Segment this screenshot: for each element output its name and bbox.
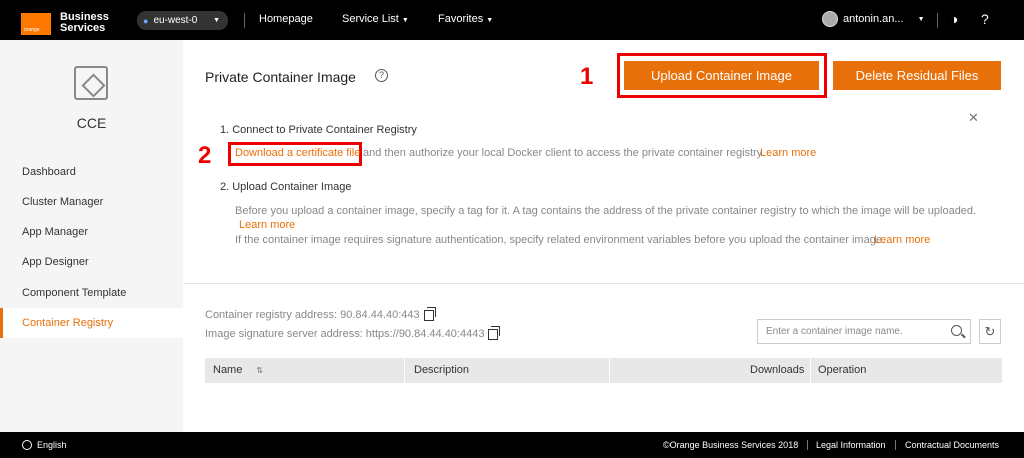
column-name[interactable]: Name ⇅ xyxy=(213,358,263,383)
annotation-number-1: 1 xyxy=(580,63,594,90)
nav-favorites[interactable]: Favorites ▼ xyxy=(438,13,493,25)
sort-icon[interactable]: ⇅ xyxy=(256,366,263,375)
step1-title: 1. Connect to Private Container Registry xyxy=(220,124,417,136)
learn-more-link[interactable]: Learn more xyxy=(760,147,816,159)
sidebar-item-app-manager[interactable]: App Manager xyxy=(0,217,183,247)
globe-icon xyxy=(22,440,32,450)
learn-more-link[interactable]: Learn more xyxy=(874,234,930,246)
page-title: Private Container Image xyxy=(205,69,356,85)
sidebar-item-cluster-manager[interactable]: Cluster Manager xyxy=(0,187,183,217)
close-icon[interactable]: ✕ xyxy=(968,110,979,126)
contractual-documents-link[interactable]: Contractual Documents xyxy=(905,440,999,450)
divider xyxy=(183,283,1024,284)
download-certificate-link[interactable]: Download a certificate file xyxy=(235,147,360,159)
question-icon[interactable]: ? xyxy=(981,11,989,27)
refresh-icon: ↻ xyxy=(984,324,996,339)
copy-icon[interactable] xyxy=(423,306,436,321)
sidebar-item-component-template[interactable]: Component Template xyxy=(0,278,183,308)
legal-information-link[interactable]: Legal Information xyxy=(816,440,886,450)
step2-signature-description: If the container image requires signatur… xyxy=(235,234,885,246)
divider xyxy=(810,358,811,383)
language-selector[interactable]: English xyxy=(22,440,67,450)
divider xyxy=(807,440,808,450)
divider xyxy=(244,13,245,28)
sidebar-item-dashboard[interactable]: Dashboard xyxy=(0,157,183,187)
nav-homepage[interactable]: Homepage xyxy=(259,13,313,25)
column-operation: Operation xyxy=(818,364,867,376)
step1-description: and then authorize your local Docker cli… xyxy=(363,147,765,159)
location-pin-icon: ● xyxy=(143,15,149,26)
refresh-button[interactable]: ↻ xyxy=(979,319,1001,344)
top-bar: orange Business Services ● eu-west-0 ▼ H… xyxy=(0,0,1024,40)
divider xyxy=(609,358,610,383)
step2-description: Before you upload a container image, spe… xyxy=(235,205,977,217)
user-menu[interactable]: antonin.an... ▼ xyxy=(822,11,925,27)
chevron-down-icon: ▼ xyxy=(401,17,409,24)
sidebar: CCE Dashboard Cluster Manager App Manage… xyxy=(0,40,183,432)
upload-container-image-button[interactable]: Upload Container Image xyxy=(624,61,819,90)
signature-server-address: Image signature server address: https://… xyxy=(205,325,501,340)
chevron-down-icon: ▼ xyxy=(213,17,220,24)
column-downloads: Downloads xyxy=(750,364,805,376)
sidebar-item-app-designer[interactable]: App Designer xyxy=(0,247,183,277)
image-search xyxy=(757,319,971,344)
copy-icon[interactable] xyxy=(488,325,501,340)
help-icon[interactable]: ? xyxy=(375,69,388,82)
service-title: CCE xyxy=(76,115,107,131)
main-content: Private Container Image ? 1 Upload Conta… xyxy=(183,40,1024,432)
orange-logo[interactable]: orange xyxy=(21,13,51,35)
registry-address: Container registry address: 90.84.44.40:… xyxy=(205,306,436,321)
divider xyxy=(404,358,405,383)
cce-service-icon xyxy=(74,66,108,100)
step2-title: 2. Upload Container Image xyxy=(220,181,352,193)
annotation-number-2: 2 xyxy=(198,142,212,169)
column-description: Description xyxy=(414,364,470,376)
brand-name: Business Services xyxy=(60,11,109,34)
search-input[interactable] xyxy=(758,326,938,337)
contrast-icon[interactable]: ◑ xyxy=(950,11,958,27)
chevron-down-icon: ▼ xyxy=(486,17,494,24)
chevron-down-icon: ▼ xyxy=(917,15,925,23)
table-header: Name ⇅ Description Downloads Operation xyxy=(205,358,1002,383)
sidebar-item-container-registry[interactable]: Container Registry xyxy=(0,308,183,338)
copyright: ©Orange Business Services 2018 xyxy=(663,440,799,450)
avatar xyxy=(822,11,838,27)
delete-residual-files-button[interactable]: Delete Residual Files xyxy=(833,61,1001,90)
divider xyxy=(937,13,938,28)
learn-more-link[interactable]: Learn more xyxy=(239,219,295,231)
divider xyxy=(895,440,896,450)
footer: English ©Orange Business Services 2018 L… xyxy=(0,432,1024,458)
region-selector[interactable]: ● eu-west-0 ▼ xyxy=(137,11,228,30)
search-icon[interactable] xyxy=(951,325,962,336)
nav-service-list[interactable]: Service List ▼ xyxy=(342,13,409,25)
